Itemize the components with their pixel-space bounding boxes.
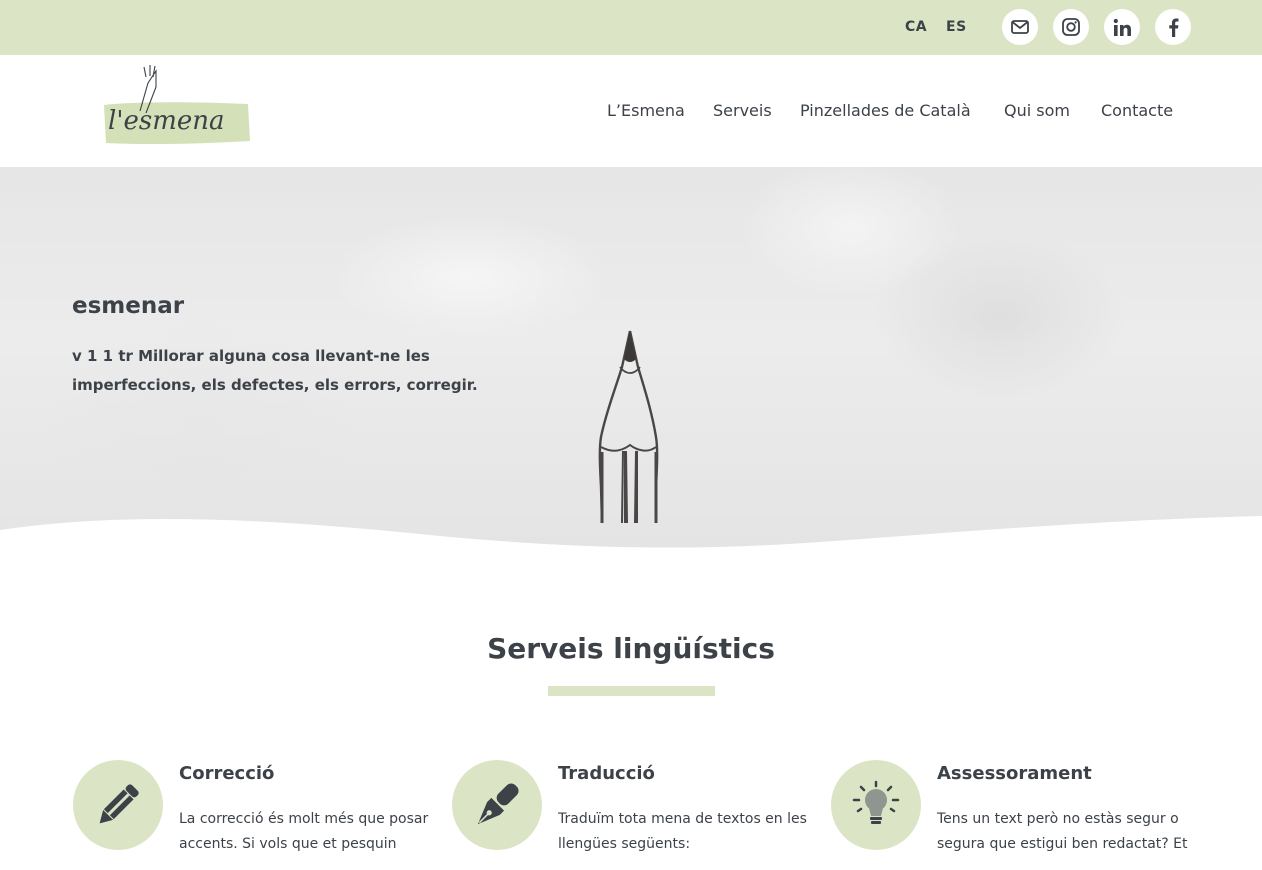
language-es-link[interactable]: ES bbox=[946, 19, 967, 35]
service-icon-circle bbox=[831, 760, 921, 850]
hero-banner: esmenar v 1 1 tr Millorar alguna cosa ll… bbox=[0, 167, 1262, 552]
linkedin-icon bbox=[1113, 18, 1131, 36]
nav-lesmena[interactable]: L’Esmena bbox=[607, 101, 685, 120]
facebook-link[interactable] bbox=[1155, 9, 1191, 45]
svg-text:l'esmena: l'esmena bbox=[108, 106, 224, 136]
lightbulb-icon bbox=[852, 780, 900, 824]
instagram-icon bbox=[1062, 18, 1080, 36]
hero-definition: v 1 1 tr Millorar alguna cosa llevant-ne… bbox=[72, 347, 478, 394]
service-icon-circle bbox=[452, 760, 542, 850]
fountain-pen-icon bbox=[477, 783, 519, 825]
hero-wave-divider bbox=[0, 516, 1262, 552]
envelope-icon bbox=[1011, 20, 1029, 34]
site-header: l'esmena L’Esmena Serveis Pinzellades de… bbox=[0, 55, 1262, 167]
nav-serveis[interactable]: Serveis bbox=[713, 101, 772, 120]
nav-contacte[interactable]: Contacte bbox=[1101, 101, 1173, 120]
service-assessorament: Assessorament Tens un text però no estàs… bbox=[831, 760, 1211, 870]
pencil-illustration bbox=[598, 330, 659, 524]
nav-qui-som[interactable]: Qui som bbox=[1004, 101, 1070, 120]
section-title: Serveis lingüístics bbox=[487, 632, 775, 665]
language-ca-link[interactable]: CA bbox=[905, 19, 927, 35]
hero-title: esmenar bbox=[72, 293, 185, 319]
service-correccio: Correcció La correcció és molt més que p… bbox=[73, 760, 453, 870]
facebook-icon bbox=[1168, 18, 1178, 37]
service-icon-circle bbox=[73, 760, 163, 850]
service-title: Assessorament bbox=[937, 763, 1092, 784]
email-link[interactable] bbox=[1002, 9, 1038, 45]
top-bar: CA ES bbox=[0, 0, 1262, 55]
section-title-underline bbox=[548, 686, 715, 696]
service-title: Correcció bbox=[179, 763, 275, 784]
service-traduccio: Traducció Traduïm tota mena de textos en… bbox=[452, 760, 832, 870]
service-description: La correcció és molt més que posar accen… bbox=[179, 811, 429, 852]
linkedin-link[interactable] bbox=[1104, 9, 1140, 45]
service-title: Traducció bbox=[558, 763, 655, 784]
pencil-icon bbox=[99, 784, 139, 824]
service-description: Traduïm tota mena de textos en les lleng… bbox=[558, 811, 807, 852]
instagram-link[interactable] bbox=[1053, 9, 1089, 45]
site-logo[interactable]: l'esmena bbox=[100, 65, 255, 149]
service-description: Tens un text però no estàs segur o segur… bbox=[937, 811, 1188, 852]
nav-pinzellades-de-catala[interactable]: Pinzellades de Català bbox=[800, 101, 971, 120]
